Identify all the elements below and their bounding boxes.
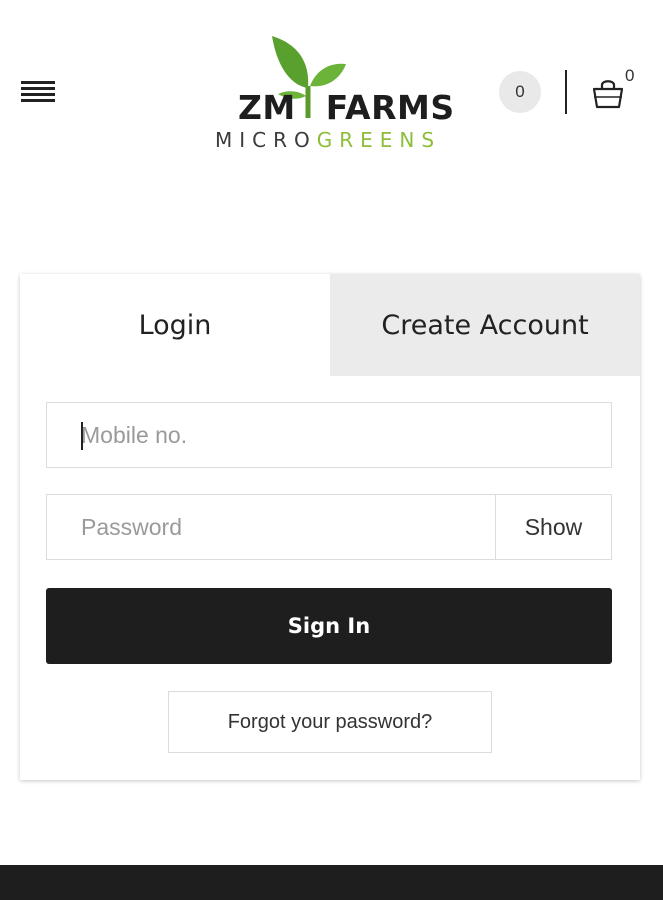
- mobile-input[interactable]: [81, 403, 601, 467]
- show-password-button[interactable]: Show: [495, 495, 611, 559]
- site-header: ZM FARMS MICROGREENS 0 0: [0, 0, 663, 170]
- tab-create-account[interactable]: Create Account: [330, 274, 640, 376]
- logo-subtitle-part2: GREENS: [316, 128, 442, 152]
- hamburger-menu-icon[interactable]: [21, 81, 55, 103]
- password-field-wrapper: Show: [46, 494, 612, 560]
- forgot-password-button[interactable]: Forgot your password?: [168, 691, 492, 753]
- logo-title: ZM FARMS: [238, 88, 455, 127]
- counter-badge[interactable]: 0: [499, 71, 541, 113]
- mobile-field-wrapper: [46, 402, 612, 468]
- sign-in-button[interactable]: Sign In: [46, 588, 612, 664]
- text-cursor: [81, 422, 83, 450]
- header-divider: [565, 70, 567, 114]
- logo-title-part1: ZM: [238, 88, 296, 127]
- cart-count: 0: [625, 66, 635, 85]
- logo-subtitle: MICROGREENS: [215, 128, 441, 152]
- footer-bar: [0, 865, 663, 900]
- logo-subtitle-part1: MICRO: [215, 128, 317, 152]
- tab-login[interactable]: Login: [20, 274, 330, 376]
- shopping-bag-icon[interactable]: [591, 77, 625, 109]
- password-input[interactable]: [81, 495, 481, 559]
- auth-card: Login Create Account Show Sign In Forgot…: [20, 274, 640, 780]
- logo-title-part2: FARMS: [325, 88, 455, 127]
- site-logo[interactable]: ZM FARMS MICROGREENS: [212, 30, 455, 155]
